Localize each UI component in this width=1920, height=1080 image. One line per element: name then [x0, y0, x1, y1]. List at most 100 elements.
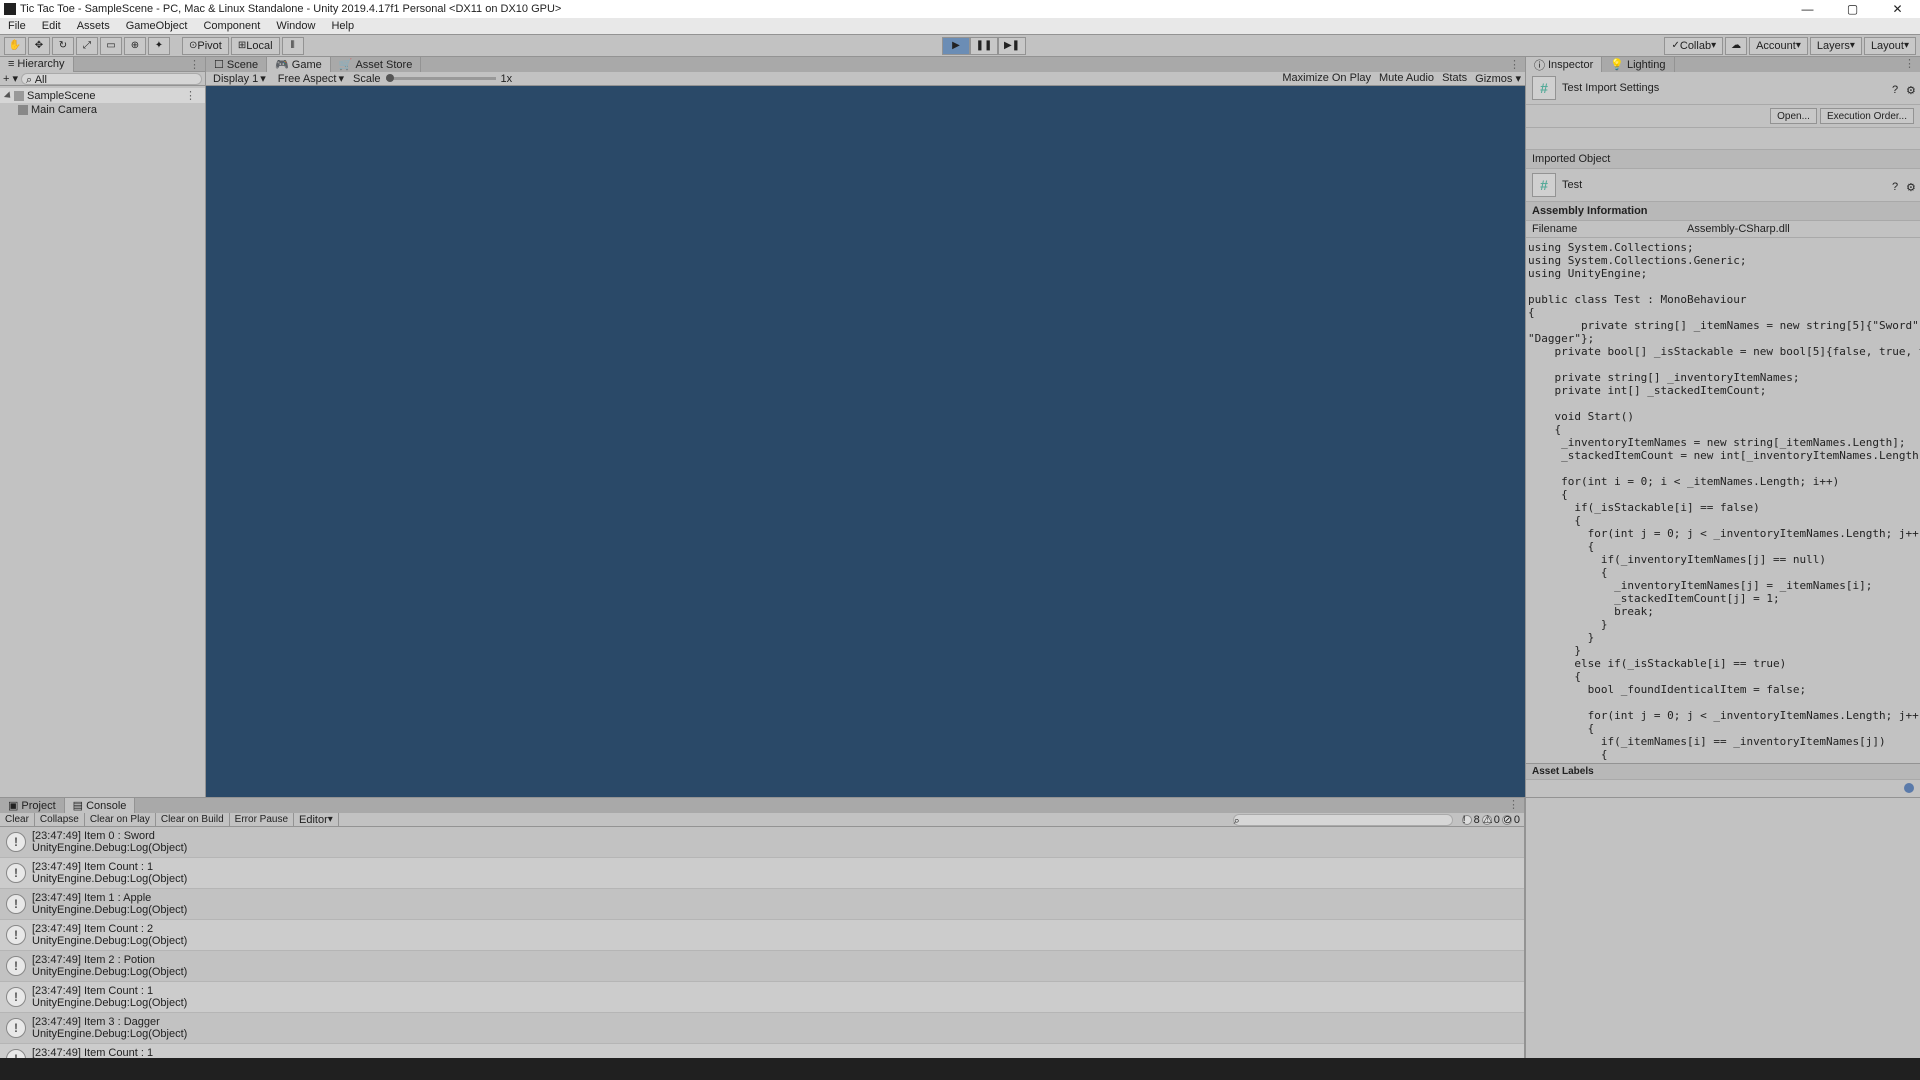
- log-info-icon: !: [6, 956, 26, 976]
- script-preview: using System.Collections; using System.C…: [1526, 238, 1920, 763]
- play-button[interactable]: ▶: [942, 37, 970, 55]
- unity-logo-icon: [4, 3, 16, 15]
- custom-tool-button[interactable]: ✦: [148, 37, 170, 55]
- asset-footer: [1526, 779, 1920, 797]
- create-dropdown[interactable]: + ▾: [3, 72, 18, 85]
- error-count-toggle[interactable]: ⊘0: [1502, 814, 1520, 826]
- close-button[interactable]: ✕: [1875, 0, 1920, 18]
- menu-component[interactable]: Component: [195, 20, 268, 32]
- step-button[interactable]: ▶❚: [998, 37, 1026, 55]
- minimize-button[interactable]: —: [1785, 0, 1830, 18]
- tab-inspector[interactable]: ⓘ Inspector: [1526, 57, 1602, 72]
- pause-button[interactable]: ❚❚: [970, 37, 998, 55]
- scale-tool-button[interactable]: ⤢: [76, 37, 98, 55]
- editor-dropdown[interactable]: Editor ▾: [294, 813, 339, 827]
- settings-icon[interactable]: ⚙: [1906, 84, 1914, 92]
- console-menu-icon[interactable]: ⋮: [1503, 798, 1524, 813]
- local-toggle[interactable]: ⊞ Local: [231, 37, 280, 55]
- account-dropdown[interactable]: Account ▾: [1749, 37, 1808, 55]
- search-icon: ⌕: [26, 74, 32, 86]
- log-entry[interactable]: ![23:47:49] Item Count : 1UnityEngine.De…: [0, 1044, 1524, 1058]
- gizmos-dropdown[interactable]: Gizmos ▾: [1475, 72, 1521, 85]
- clear-on-build-toggle[interactable]: Clear on Build: [156, 813, 230, 827]
- console-panel: ▣ Project ▤ Console ⋮ Clear Collapse Cle…: [0, 798, 1525, 1058]
- scale-slider[interactable]: [386, 77, 496, 80]
- mute-audio-toggle[interactable]: Mute Audio: [1379, 72, 1434, 85]
- execution-order-button[interactable]: Execution Order...: [1820, 108, 1914, 124]
- error-pause-toggle[interactable]: Error Pause: [230, 813, 294, 827]
- menu-assets[interactable]: Assets: [69, 20, 118, 32]
- foldout-icon[interactable]: [4, 91, 13, 100]
- menu-edit[interactable]: Edit: [34, 20, 69, 32]
- layout-dropdown[interactable]: Layout ▾: [1864, 37, 1916, 55]
- help-icon[interactable]: ?: [1892, 181, 1900, 189]
- assembly-info-header: Assembly Information: [1526, 202, 1920, 221]
- info-count-toggle[interactable]: !8: [1462, 814, 1480, 826]
- log-info-icon: !: [6, 894, 26, 914]
- cloud-button[interactable]: ☁: [1725, 37, 1747, 55]
- move-tool-button[interactable]: ✥: [28, 37, 50, 55]
- game-view[interactable]: [206, 86, 1525, 797]
- maximize-on-play-toggle[interactable]: Maximize On Play: [1282, 72, 1371, 85]
- aspect-dropdown[interactable]: Free Aspect ▾: [275, 72, 347, 85]
- window-titlebar: Tic Tac Toe - SampleScene - PC, Mac & Li…: [0, 0, 1920, 18]
- inspector-menu-icon[interactable]: ⋮: [1899, 57, 1920, 72]
- menu-gameobject[interactable]: GameObject: [118, 20, 196, 32]
- snap-button[interactable]: ⫴: [282, 37, 304, 55]
- info-icon: !: [1462, 815, 1472, 825]
- warn-count-toggle[interactable]: ⚠0: [1482, 814, 1500, 826]
- log-entry[interactable]: ![23:47:49] Item Count : 1UnityEngine.De…: [0, 982, 1524, 1013]
- collab-button[interactable]: ✓ Collab ▾: [1664, 37, 1723, 55]
- label-icon[interactable]: [1904, 783, 1914, 793]
- tab-scene[interactable]: ☐ Scene: [206, 57, 267, 72]
- script-icon: #: [1532, 173, 1556, 197]
- tab-console[interactable]: ▤ Console: [65, 798, 136, 813]
- tab-lighting[interactable]: 💡 Lighting: [1602, 57, 1674, 72]
- console-search-input[interactable]: ⌕: [1233, 814, 1453, 826]
- transform-tool-button[interactable]: ⊕: [124, 37, 146, 55]
- maximize-button[interactable]: ▢: [1830, 0, 1875, 18]
- center-menu-icon[interactable]: ⋮: [1504, 58, 1525, 71]
- log-text: [23:47:49] Item Count : 1UnityEngine.Deb…: [32, 985, 187, 1009]
- collapse-toggle[interactable]: Collapse: [35, 813, 85, 827]
- log-entry[interactable]: ![23:47:49] Item 0 : SwordUnityEngine.De…: [0, 827, 1524, 858]
- log-entry[interactable]: ![23:47:49] Item 3 : DaggerUnityEngine.D…: [0, 1013, 1524, 1044]
- unity-scene-icon: [14, 91, 24, 101]
- settings-icon[interactable]: ⚙: [1906, 181, 1914, 189]
- filename-label: Filename: [1532, 223, 1687, 235]
- hierarchy-search-input[interactable]: ⌕ All: [21, 73, 202, 85]
- log-entry[interactable]: ![23:47:49] Item 1 : AppleUnityEngine.De…: [0, 889, 1524, 920]
- display-dropdown[interactable]: Display 1 ▾: [210, 72, 269, 85]
- asset-labels-header[interactable]: Asset Labels: [1526, 763, 1920, 779]
- rect-tool-button[interactable]: ▭: [100, 37, 122, 55]
- scene-menu-icon[interactable]: ⋮: [180, 89, 201, 102]
- pivot-toggle[interactable]: ⊙ Pivot: [182, 37, 229, 55]
- layers-dropdown[interactable]: Layers ▾: [1810, 37, 1862, 55]
- rotate-tool-button[interactable]: ↻: [52, 37, 74, 55]
- tab-game[interactable]: 🎮 Game: [267, 57, 331, 72]
- menu-help[interactable]: Help: [323, 20, 362, 32]
- log-text: [23:47:49] Item Count : 1UnityEngine.Deb…: [32, 1047, 187, 1058]
- gameobject-row[interactable]: Main Camera: [0, 103, 205, 117]
- clear-on-play-toggle[interactable]: Clear on Play: [85, 813, 156, 827]
- menu-window[interactable]: Window: [268, 20, 323, 32]
- tab-assetstore[interactable]: 🛒 Asset Store: [331, 57, 422, 72]
- camera-icon: [18, 105, 28, 115]
- log-entry[interactable]: ![23:47:49] Item Count : 1UnityEngine.De…: [0, 858, 1524, 889]
- menu-file[interactable]: File: [0, 20, 34, 32]
- log-entry[interactable]: ! [23:47:49] Item Count : 2UnityEngine.De…: [0, 920, 1524, 951]
- tab-project[interactable]: ▣ Project: [0, 798, 65, 813]
- hand-tool-button[interactable]: ✋: [4, 37, 26, 55]
- log-text: [23:47:49] Item Count : 2UnityEngine.Deb…: [32, 923, 187, 947]
- log-entry[interactable]: ![23:47:49] Item 2 : PotionUnityEngine.D…: [0, 951, 1524, 982]
- log-info-icon: !: [6, 925, 26, 945]
- inspector-title: Test Import Settings: [1562, 82, 1659, 94]
- stats-toggle[interactable]: Stats: [1442, 72, 1467, 85]
- scene-row[interactable]: SampleScene ⋮: [0, 88, 205, 103]
- clear-button[interactable]: Clear: [0, 813, 35, 827]
- help-icon[interactable]: ?: [1892, 84, 1900, 92]
- open-button[interactable]: Open...: [1770, 108, 1817, 124]
- tab-hierarchy[interactable]: ≡ Hierarchy: [0, 57, 74, 72]
- scale-label: Scale: [353, 73, 381, 85]
- hierarchy-menu-icon[interactable]: ⋮: [184, 58, 205, 71]
